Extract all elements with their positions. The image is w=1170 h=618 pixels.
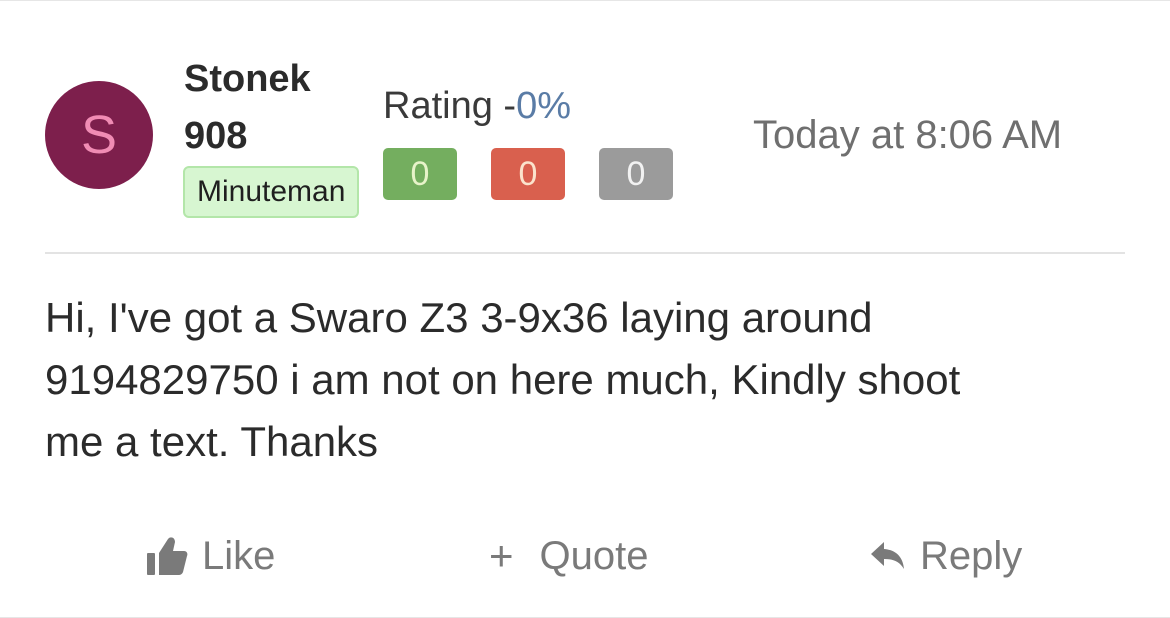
forum-post: S Stonek 908 Minuteman Rating -0% 0 0 0 … [0, 0, 1170, 618]
username-link[interactable]: Stonek 908 [184, 51, 344, 165]
username-line2: 908 [184, 115, 248, 157]
username-line1: Stonek [184, 58, 311, 100]
message-line: 9194829750 i am not on here much, Kindly… [45, 356, 961, 403]
like-label: Like [202, 533, 276, 578]
avatar[interactable]: S [45, 81, 153, 189]
reply-label: Reply [920, 533, 1023, 578]
like-button[interactable]: Like [146, 529, 275, 583]
rating-positive-count[interactable]: 0 [383, 148, 457, 200]
message-line: Hi, I've got a Swaro Z3 3-9x36 laying ar… [45, 294, 873, 341]
rating-label: Rating -0% [383, 83, 571, 129]
post-timestamp[interactable]: Today at 8:06 AM [753, 111, 1062, 159]
reply-arrow-icon [870, 540, 906, 572]
thumbs-up-icon [146, 536, 188, 576]
user-title-badge: Minuteman [183, 166, 360, 218]
rating-negative-count[interactable]: 0 [491, 148, 565, 200]
rating-label-text: Rating - [383, 85, 517, 127]
quote-button[interactable]: + Quote [489, 529, 649, 583]
rating-percent: 0% [516, 85, 571, 127]
reply-button[interactable]: Reply [870, 529, 1022, 583]
rating-neutral-count[interactable]: 0 [599, 148, 673, 200]
avatar-letter: S [80, 105, 118, 165]
message-line: me a text. Thanks [45, 418, 379, 465]
quote-label: Quote [539, 533, 649, 578]
plus-icon: + [489, 532, 514, 579]
post-message: Hi, I've got a Swaro Z3 3-9x36 laying ar… [45, 287, 1105, 473]
header-divider [45, 252, 1125, 254]
